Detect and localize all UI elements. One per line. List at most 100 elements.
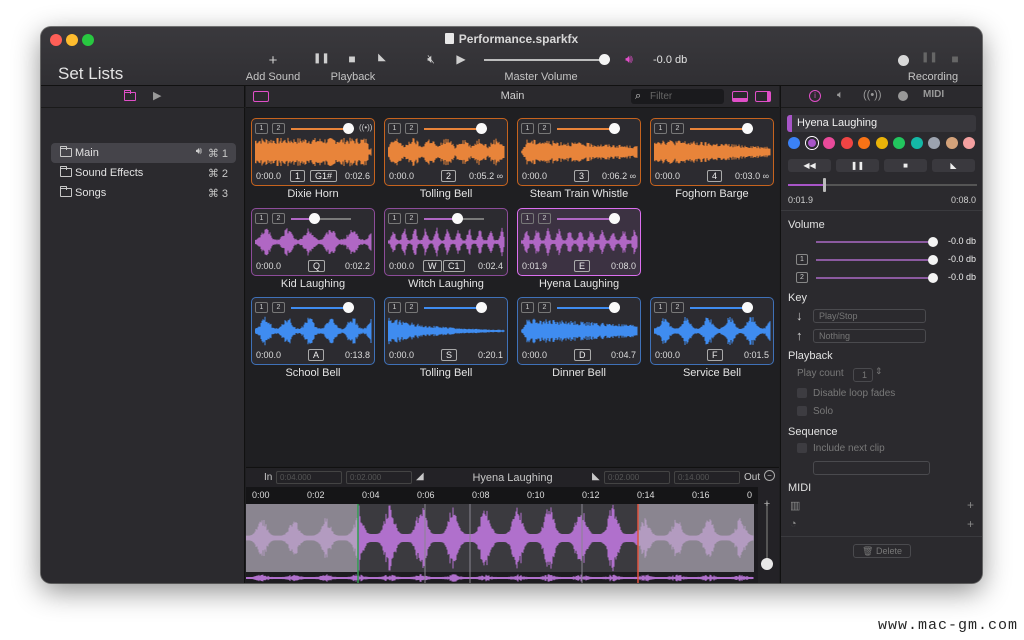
tile-volume-knob[interactable]: [309, 213, 320, 224]
tile-volume-slider[interactable]: [690, 128, 750, 130]
timeline-ruler[interactable]: 0:00 0:02 0:04 0:06 0:08 0:10 0:12 0:14 0:16 0: [246, 487, 758, 504]
tile-volume-slider[interactable]: [291, 128, 351, 130]
volume-slider-main[interactable]: [816, 241, 931, 243]
volume-slider-2[interactable]: [816, 277, 931, 279]
sound-tile[interactable]: 1 2 0:00.0 0:13.8 A: [251, 297, 375, 365]
add-sound-label[interactable]: Add Sound: [241, 71, 305, 83]
tile-volume-knob[interactable]: [609, 302, 620, 313]
tile-volume-slider[interactable]: [291, 307, 351, 309]
midi-tab-icon[interactable]: MIDI: [923, 89, 944, 100]
sound-tile[interactable]: 1 2 0:00.0 0:03.0 ∞ 4: [650, 118, 774, 186]
sound-tile[interactable]: 1 2 0:00.0 0:04.7 D: [517, 297, 641, 365]
sound-tile[interactable]: 1 2 0:00.0 0:01.5 F: [650, 297, 774, 365]
sound-tile[interactable]: 1 2 0:01.9 0:08.0 E: [517, 208, 641, 276]
output-2-button[interactable]: 2: [405, 213, 418, 224]
output-2-button[interactable]: 2: [671, 123, 684, 134]
solo-checkbox[interactable]: [797, 406, 807, 416]
stop-icon[interactable]: ■: [344, 52, 360, 66]
out-start-field[interactable]: 0:02.000: [604, 471, 670, 484]
position-handle[interactable]: [823, 178, 826, 192]
tile-volume-knob[interactable]: [742, 302, 753, 313]
record-tab-icon[interactable]: [898, 91, 908, 101]
volume-knob[interactable]: [928, 273, 938, 283]
include-next-clip-checkbox[interactable]: [797, 443, 807, 453]
clip-name-field[interactable]: Hyena Laughing: [787, 115, 976, 132]
output-2-button[interactable]: 2: [405, 123, 418, 134]
tile-volume-knob[interactable]: [609, 213, 620, 224]
sidebar-item-sound-effects[interactable]: Sound Effects ⌘ 2: [51, 163, 236, 183]
color-swatch[interactable]: [893, 137, 905, 149]
output-1-button[interactable]: 1: [521, 302, 534, 313]
key-down-select[interactable]: Play/Stop: [813, 309, 926, 323]
output-2-button[interactable]: 2: [671, 302, 684, 313]
output-2-button[interactable]: 2: [405, 302, 418, 313]
output-1-button[interactable]: 1: [388, 123, 401, 134]
play-icon[interactable]: ▶: [453, 52, 469, 66]
output-1-button[interactable]: 1: [388, 302, 401, 313]
output-2-button[interactable]: 2: [538, 302, 551, 313]
sidebar-item-songs[interactable]: Songs ⌘ 3: [51, 183, 236, 203]
sound-tile[interactable]: 1 2 0:00.0 0:02.2 Q: [251, 208, 375, 276]
sidebar-item-main[interactable]: Main 🔊︎ ⌘ 1: [51, 143, 236, 163]
color-swatch[interactable]: [910, 137, 923, 149]
fade-icon[interactable]: ◣: [374, 52, 390, 63]
color-swatch[interactable]: [945, 137, 958, 149]
key-up-select[interactable]: Nothing: [813, 329, 926, 343]
output-1-button[interactable]: 1: [521, 123, 534, 134]
sound-tile[interactable]: 1 2 ((•)) 0:00.0 0:02.6 1 G1#: [251, 118, 375, 186]
record-pause-icon[interactable]: ❚❚: [921, 52, 938, 63]
color-swatch[interactable]: [928, 137, 940, 149]
record-stop-icon[interactable]: ■: [947, 52, 963, 66]
output-2-button[interactable]: 2: [272, 213, 285, 224]
pause-icon[interactable]: ❚❚: [313, 53, 330, 64]
volume-tab-icon[interactable]: 🔈︎: [837, 89, 844, 102]
tile-volume-knob[interactable]: [742, 123, 753, 134]
color-swatch[interactable]: [788, 137, 800, 149]
fade-out-icon[interactable]: ◣: [592, 471, 600, 482]
output-2-button[interactable]: 2: [272, 123, 285, 134]
volume-slider-1[interactable]: [816, 259, 931, 261]
master-volume-slider[interactable]: [484, 59, 609, 61]
tile-volume-slider[interactable]: [557, 307, 617, 309]
output-1-button[interactable]: 1: [255, 213, 268, 224]
info-tab-icon[interactable]: i: [809, 90, 821, 102]
sound-tile[interactable]: 1 2 0:00.0 0:05.2 ∞ 2: [384, 118, 508, 186]
output-1-button[interactable]: 1: [255, 302, 268, 313]
tile-volume-slider[interactable]: [424, 307, 484, 309]
tile-volume-knob[interactable]: [343, 302, 354, 313]
zoom-out-icon[interactable]: −: [764, 470, 775, 481]
play-count-field[interactable]: 1: [853, 368, 873, 382]
rewind-button[interactable]: ◀◀: [788, 159, 831, 172]
sound-tile[interactable]: 1 2 0:00.0 0:06.2 ∞ 3: [517, 118, 641, 186]
tile-volume-slider[interactable]: [557, 218, 617, 220]
volume-knob[interactable]: [928, 237, 938, 247]
tile-volume-slider[interactable]: [424, 128, 484, 130]
volume-knob[interactable]: [928, 255, 938, 265]
sequence-select[interactable]: [813, 461, 930, 475]
tile-volume-slider[interactable]: [291, 218, 351, 220]
mute-icon[interactable]: 🔇︎: [423, 52, 439, 67]
output-1-button[interactable]: 1: [654, 302, 667, 313]
output-1-button[interactable]: 1: [255, 123, 268, 134]
toggle-inspector-icon[interactable]: [755, 91, 771, 102]
output-2-button[interactable]: 2: [272, 302, 285, 313]
disable-loop-fades-checkbox[interactable]: [797, 388, 807, 398]
output-1-button[interactable]: 1: [654, 123, 667, 134]
editor-waveform[interactable]: [246, 504, 758, 583]
add-sound-icon[interactable]: +: [265, 52, 281, 69]
tile-volume-knob[interactable]: [452, 213, 463, 224]
out-end-field[interactable]: 0:14.000: [674, 471, 740, 484]
tile-volume-slider[interactable]: [690, 307, 750, 309]
toggle-editor-icon[interactable]: [732, 91, 748, 102]
tile-volume-knob[interactable]: [343, 123, 354, 134]
output-2-button[interactable]: 2: [538, 213, 551, 224]
stop-button[interactable]: ■: [884, 159, 927, 172]
broadcast-tab-icon[interactable]: ((•)): [863, 89, 882, 101]
pause-button[interactable]: ❚❚: [836, 159, 879, 172]
filter-field[interactable]: ⌕ Filter: [631, 89, 724, 104]
color-swatch[interactable]: [805, 137, 818, 149]
tile-volume-knob[interactable]: [476, 302, 487, 313]
play-tab-icon[interactable]: ▶: [153, 89, 161, 102]
sound-tile[interactable]: 1 2 0:00.0 0:20.1 S: [384, 297, 508, 365]
play-count-stepper[interactable]: ⇕: [875, 366, 883, 377]
